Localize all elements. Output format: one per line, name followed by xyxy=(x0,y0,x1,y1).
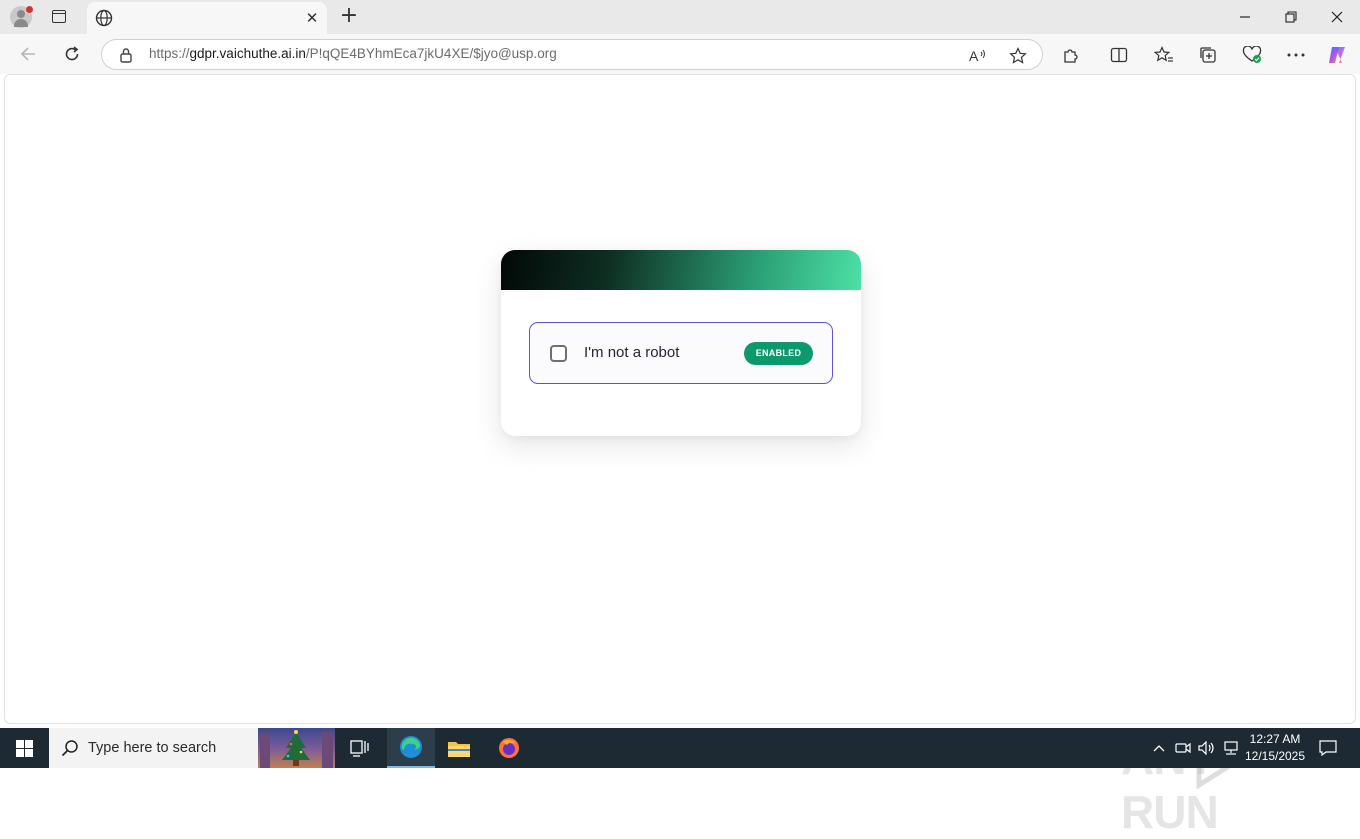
system-clock[interactable]: 12:27 AM 12/15/2025 xyxy=(1240,731,1310,765)
captcha-widget[interactable]: I'm not a robot ENABLED xyxy=(529,322,833,384)
lock-icon[interactable] xyxy=(119,47,133,63)
back-arrow-icon xyxy=(20,47,35,61)
file-explorer-icon xyxy=(448,742,470,757)
captcha-card-header xyxy=(501,250,861,290)
favorites-icon[interactable] xyxy=(1153,44,1175,66)
tab-close-icon[interactable]: ✕ xyxy=(302,8,322,28)
split-screen-icon[interactable] xyxy=(1108,44,1130,66)
tab-actions-icon[interactable] xyxy=(50,8,68,26)
firefox-icon xyxy=(499,738,519,758)
network-icon[interactable] xyxy=(1221,728,1241,768)
close-icon xyxy=(1331,11,1343,23)
search-placeholder: Type here to search xyxy=(88,740,217,756)
tab-bar: ✕ + xyxy=(0,0,1360,34)
show-hidden-icons[interactable] xyxy=(1150,728,1168,768)
url-path: /P!qQE4BYhmEca7jkU4XE/$jyo@usp.org xyxy=(305,46,557,61)
taskbar-search[interactable]: Type here to search xyxy=(49,728,335,768)
search-highlight-image[interactable] xyxy=(258,728,335,768)
url-host: gdpr.vaichuthe.ai.in xyxy=(189,46,306,61)
restore-button[interactable] xyxy=(1268,0,1314,34)
active-tab[interactable]: ✕ xyxy=(87,2,327,34)
copilot-icon[interactable] xyxy=(1326,44,1348,66)
close-window-button[interactable] xyxy=(1314,0,1360,34)
status-badge: ENABLED xyxy=(744,342,813,365)
captcha-checkbox[interactable] xyxy=(550,345,567,362)
read-aloud-icon[interactable]: A xyxy=(968,46,988,66)
collections-icon[interactable] xyxy=(1197,44,1219,66)
refresh-button[interactable] xyxy=(59,42,85,66)
clock-date: 12/15/2025 xyxy=(1244,749,1306,763)
extensions-icon[interactable] xyxy=(1060,44,1082,66)
task-view-button[interactable] xyxy=(336,728,384,768)
refresh-icon xyxy=(65,46,79,61)
more-options-icon[interactable] xyxy=(1285,44,1307,66)
globe-icon xyxy=(95,9,113,27)
firefox-button[interactable] xyxy=(485,728,533,768)
volume-icon[interactable] xyxy=(1197,728,1217,768)
task-view-icon xyxy=(350,740,369,757)
notifications-button[interactable] xyxy=(1316,728,1340,768)
browser-essentials-icon[interactable] xyxy=(1241,44,1263,66)
svg-text:A: A xyxy=(969,48,979,64)
taskbar: Type here to search 12:27 AM 12/15/2025 xyxy=(0,728,1360,768)
minimize-icon xyxy=(1240,16,1250,18)
url-scheme: https:// xyxy=(149,46,190,61)
watermark-right: RUN xyxy=(1121,786,1219,838)
start-button[interactable] xyxy=(0,728,48,768)
favorite-star-icon[interactable] xyxy=(1008,46,1028,66)
page-viewport: I'm not a robot ENABLED ANYRUN xyxy=(4,74,1356,838)
address-bar[interactable]: https://gdpr.vaichuthe.ai.in/P!qQE4BYhmE… xyxy=(101,39,1043,70)
captcha-label: I'm not a robot xyxy=(584,344,680,361)
edge-taskbar-button[interactable] xyxy=(387,728,435,768)
url-text[interactable]: https://gdpr.vaichuthe.ai.in/P!qQE4BYhmE… xyxy=(149,46,557,61)
search-icon xyxy=(61,740,78,757)
chevron-up-icon xyxy=(1153,745,1165,752)
notification-icon xyxy=(1319,740,1337,756)
minimize-button[interactable] xyxy=(1222,0,1268,34)
clock-time: 12:27 AM xyxy=(1249,732,1301,746)
file-explorer-button[interactable] xyxy=(435,728,483,768)
windows-logo-icon xyxy=(15,739,33,757)
profile-avatar-icon[interactable] xyxy=(10,6,33,28)
restore-icon xyxy=(1285,11,1297,23)
captcha-card: I'm not a robot ENABLED xyxy=(501,250,861,436)
new-tab-button[interactable]: + xyxy=(338,5,360,27)
meet-now-icon[interactable] xyxy=(1174,728,1192,768)
edge-icon xyxy=(400,736,422,758)
back-button[interactable] xyxy=(15,42,41,66)
